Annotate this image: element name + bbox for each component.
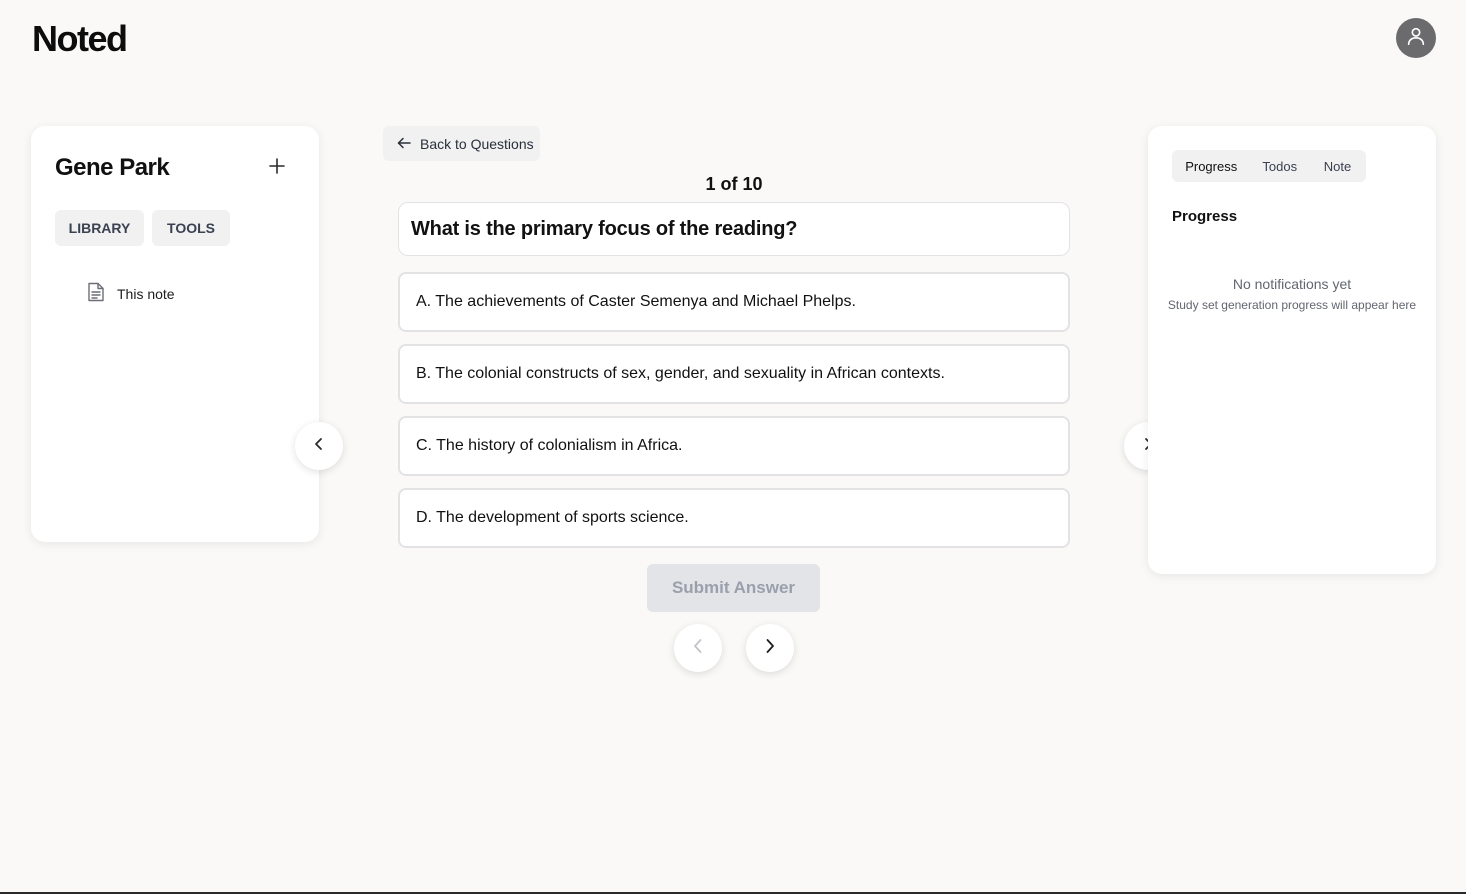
chevron-right-icon: [764, 638, 776, 659]
progress-panel: Progress Todos Note Progress No notifica…: [1148, 126, 1436, 574]
sidebar-item-this-note[interactable]: This note: [87, 282, 175, 305]
app-title: Noted: [32, 18, 128, 59]
chevron-left-icon: [313, 437, 325, 456]
previous-question-button[interactable]: [674, 624, 722, 672]
sidebar-item-label: This note: [117, 285, 175, 302]
panel-tabs: Progress Todos Note: [1172, 150, 1366, 182]
user-icon: [1405, 25, 1427, 52]
sidebar-title: Gene Park: [55, 154, 170, 181]
document-icon: [87, 282, 105, 305]
user-avatar[interactable]: [1396, 18, 1436, 58]
plus-icon: [269, 157, 285, 179]
chevron-left-icon: [692, 638, 704, 659]
add-button[interactable]: [267, 156, 287, 180]
tab-note[interactable]: Note: [1313, 153, 1362, 179]
tab-tools[interactable]: TOOLS: [152, 210, 230, 246]
question-counter: 1 of 10: [705, 174, 763, 194]
answer-option-a[interactable]: A. The achievements of Caster Semenya an…: [398, 272, 1070, 332]
tab-progress[interactable]: Progress: [1176, 153, 1247, 179]
answer-option-d[interactable]: D. The development of sports science.: [398, 488, 1070, 548]
panel-heading: Progress: [1172, 208, 1238, 225]
empty-state-subtitle: Study set generation progress will appea…: [1167, 298, 1417, 312]
empty-state-title: No notifications yet: [1232, 276, 1352, 292]
collapse-left-panel-button[interactable]: [295, 422, 343, 470]
back-to-questions-button[interactable]: Back to Questions: [383, 126, 540, 161]
library-sidebar: Gene Park LIBRARY TOOLS This note: [31, 126, 319, 542]
next-question-button[interactable]: [746, 624, 794, 672]
answer-option-c[interactable]: C. The history of colonialism in Africa.: [398, 416, 1070, 476]
question-text: What is the primary focus of the reading…: [398, 202, 1070, 256]
tab-library[interactable]: LIBRARY: [55, 210, 144, 246]
tab-todos[interactable]: Todos: [1248, 153, 1311, 179]
back-label: Back to Questions: [420, 135, 534, 152]
submit-answer-button[interactable]: Submit Answer: [647, 564, 820, 612]
answer-option-b[interactable]: B. The colonial constructs of sex, gende…: [398, 344, 1070, 404]
arrow-left-icon: [397, 136, 411, 152]
